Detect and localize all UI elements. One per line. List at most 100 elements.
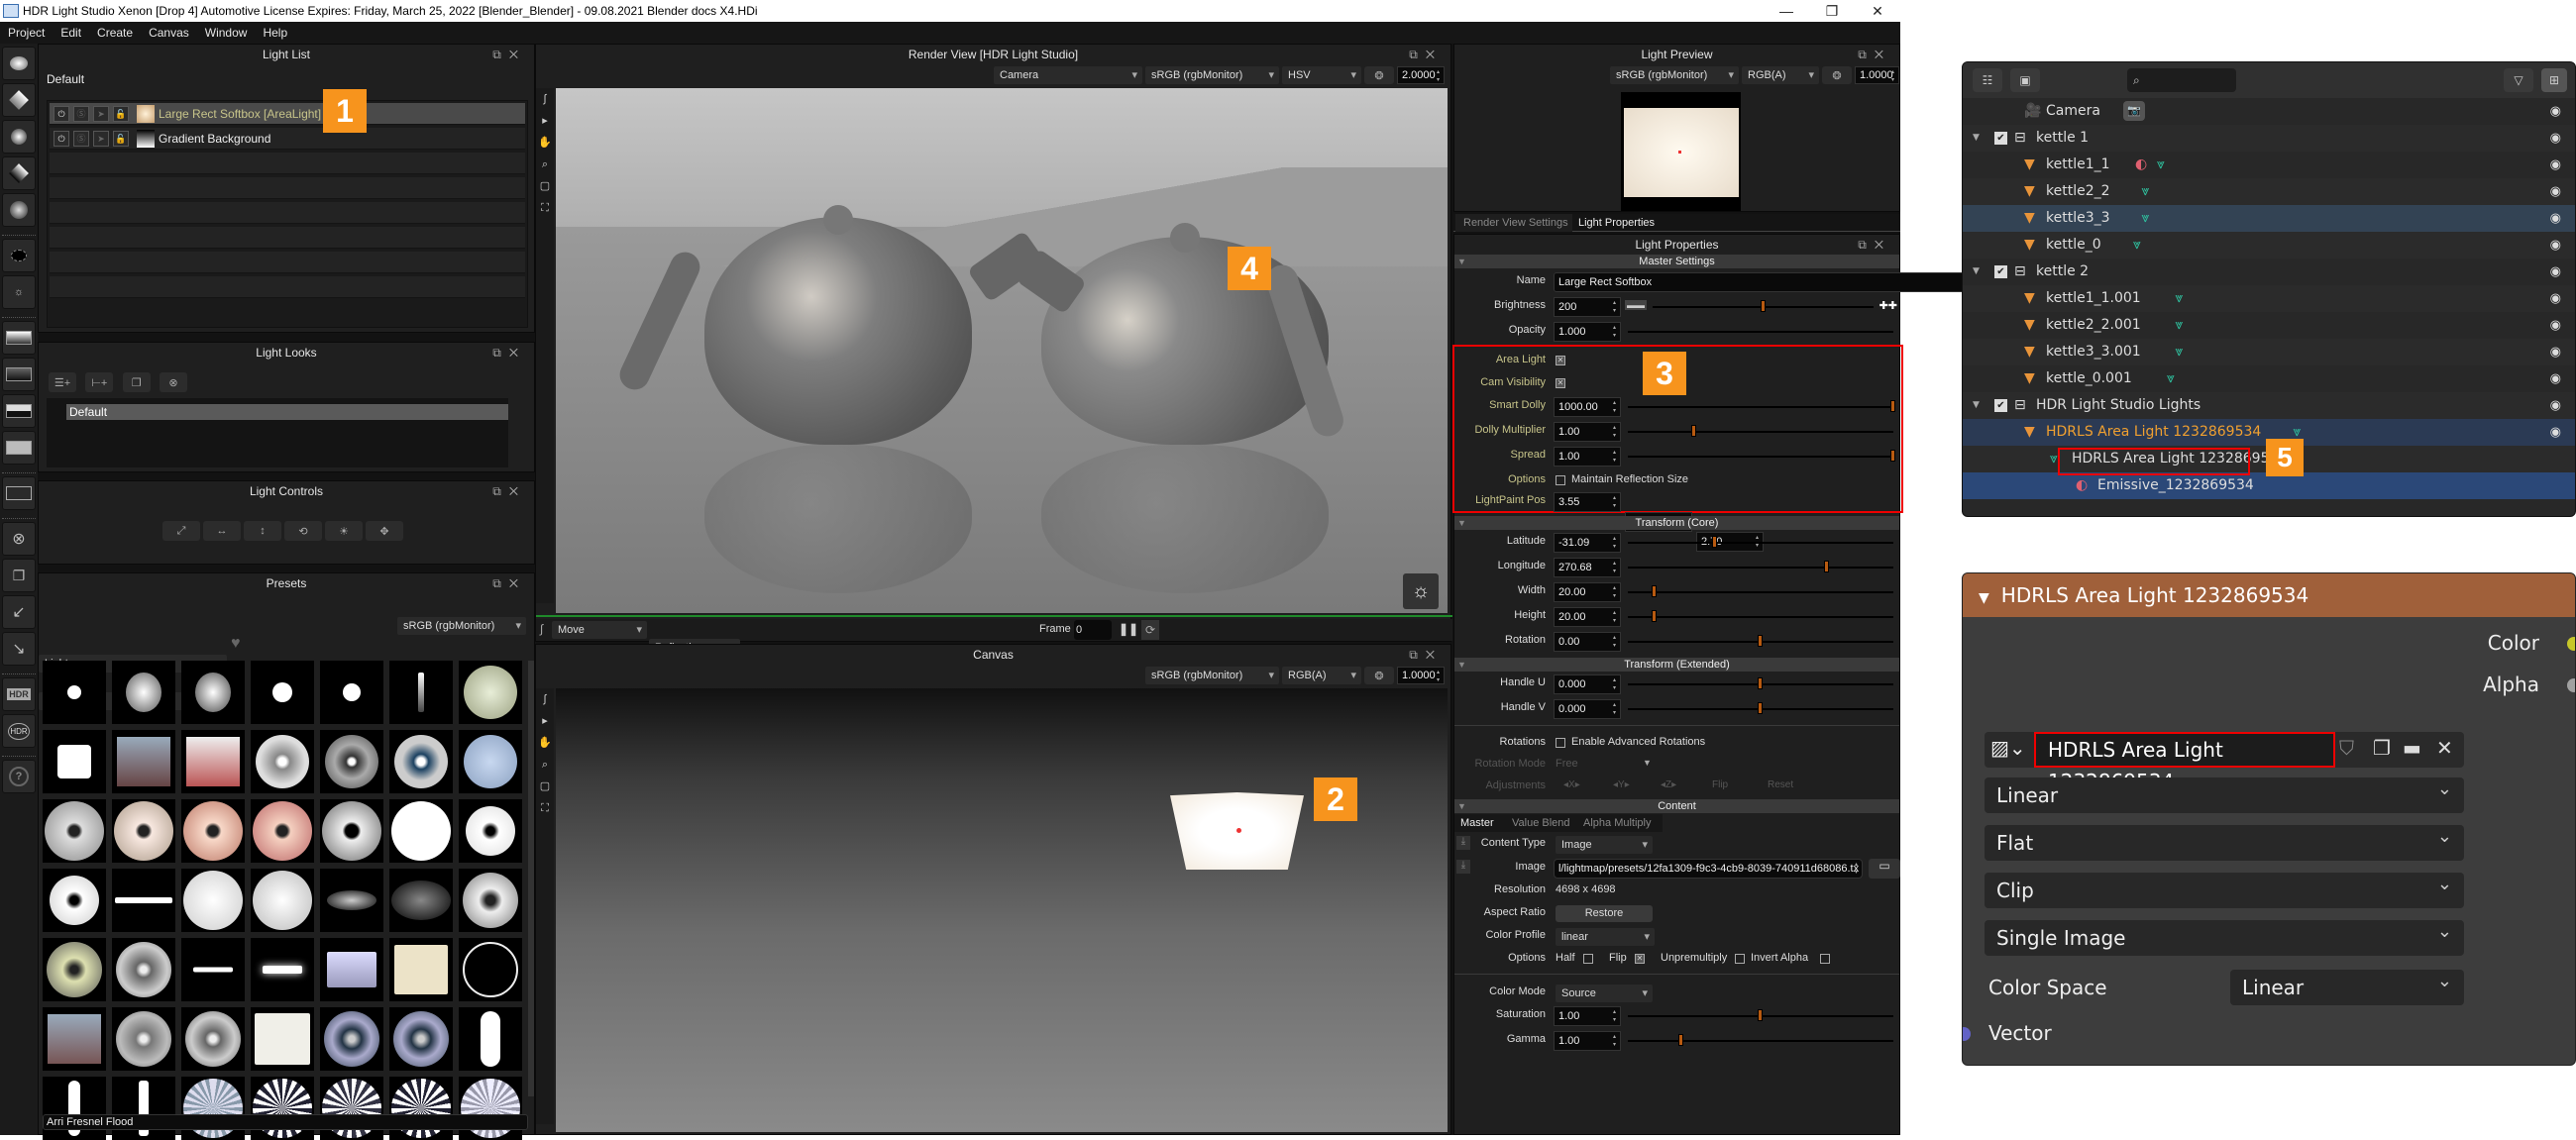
maximize-button[interactable]: ❐	[1809, 0, 1855, 22]
gamma-slider[interactable]	[1628, 1034, 1893, 1046]
render-mode-dropdown[interactable]: HSV	[1282, 66, 1361, 84]
solo-toggle-icon[interactable]: Ⓢ	[73, 131, 89, 147]
mesh-data-icon[interactable]: ⩔	[2176, 339, 2184, 365]
visibility-eye-icon[interactable]: ◉	[2550, 125, 2561, 152]
soft-light-tool[interactable]	[2, 120, 36, 154]
camera-data-icon[interactable]: 📷	[2123, 101, 2145, 121]
add-child-look-button[interactable]: ⊢+	[85, 372, 114, 392]
move-mode-dropdown[interactable]: Move	[552, 621, 647, 639]
slider-knob[interactable]	[1890, 450, 1895, 462]
select-toggle-icon[interactable]: ➤	[93, 106, 109, 122]
outliner-row[interactable]: ▼ kettle3_3 ⩔ ◉	[1963, 205, 2575, 232]
dolly-multiplier-slider[interactable]	[1628, 425, 1893, 437]
projection-dropdown[interactable]: Flat	[1985, 819, 2464, 861]
preset-thumbnail[interactable]	[459, 799, 522, 863]
invert-alpha-checkbox[interactable]	[1820, 954, 1830, 964]
preset-thumbnail[interactable]	[181, 1007, 245, 1071]
light-list-item[interactable]: ⏻ Ⓢ ➤ 🔓 Large Rect Softbox [AreaLight]	[50, 103, 525, 125]
slider-knob[interactable]	[1691, 425, 1696, 437]
slider-knob[interactable]	[1758, 702, 1763, 714]
visibility-eye-icon[interactable]: ◉	[2550, 339, 2561, 365]
outliner-row[interactable]: ✔ ▼ ⊟ kettle 1 ◉	[1963, 125, 2575, 152]
download-icon[interactable]: ⤓	[1456, 860, 1470, 874]
preset-thumbnail[interactable]	[320, 869, 383, 932]
section-transform-core[interactable]: Transform (Core)	[1454, 516, 1899, 530]
brightness-control[interactable]: ☀	[325, 521, 363, 541]
panel-controls[interactable]: ⧉✕	[1858, 45, 1891, 64]
solo-toggle-icon[interactable]: Ⓢ	[73, 106, 89, 122]
brightness-field[interactable]: 200	[1554, 297, 1621, 317]
duplicate-look-button[interactable]: ❐	[122, 372, 151, 392]
visibility-eye-icon[interactable]: ◉	[2550, 285, 2561, 312]
lock-toggle-icon[interactable]: 🔓	[113, 106, 129, 122]
preset-thumbnail[interactable]	[181, 938, 245, 1001]
panel-controls[interactable]: ⧉✕	[1858, 235, 1891, 255]
preset-thumbnail[interactable]	[459, 730, 522, 793]
rect-light-tool[interactable]	[2, 83, 36, 117]
spread-slider[interactable]	[1628, 450, 1895, 462]
preset-thumbnail[interactable]	[389, 869, 453, 932]
latitude-slider[interactable]	[1628, 536, 1893, 548]
rotate-control[interactable]: ⟲	[284, 521, 322, 541]
brightness-slider[interactable]	[1653, 300, 1874, 312]
preset-thumbnail[interactable]	[251, 1007, 314, 1071]
close-button[interactable]: ✕	[1855, 0, 1900, 22]
paint-icon[interactable]: ∫	[536, 688, 554, 710]
scale-control[interactable]: ⤢	[162, 521, 200, 541]
tab-alpha-multiply[interactable]: Alpha Multiply	[1583, 817, 1651, 829]
filter-type-button[interactable]: ▣	[2010, 68, 2040, 92]
smart-dolly-slider[interactable]	[1628, 400, 1895, 412]
slider-knob[interactable]	[1758, 635, 1763, 647]
preset-thumbnail[interactable]	[112, 1077, 175, 1140]
tab-render-view-settings[interactable]: Render View Settings	[1455, 214, 1572, 232]
alpha-output-socket[interactable]	[2567, 678, 2575, 692]
preview-exposure-field[interactable]: 1.0000	[1855, 66, 1899, 84]
panel-controls[interactable]: ⧉✕	[492, 45, 526, 64]
preset-thumbnail[interactable]	[459, 661, 522, 724]
preset-thumbnail[interactable]	[112, 869, 175, 932]
panel-controls[interactable]: ⧉✕	[492, 573, 526, 593]
collapse-arrow-icon[interactable]: ▼	[1979, 590, 1989, 606]
new-collection-button[interactable]: ⊞	[2541, 68, 2567, 92]
paint-icon[interactable]: ∫	[536, 88, 554, 110]
slider-knob[interactable]	[1890, 400, 1895, 412]
select-icon[interactable]: ▸	[536, 110, 554, 132]
handle-u-slider[interactable]	[1628, 677, 1893, 689]
material-icon[interactable]: ◐	[2135, 152, 2147, 178]
saturation-slider[interactable]	[1628, 1009, 1893, 1021]
shadow-light-tool[interactable]	[2, 239, 36, 272]
saturation-field[interactable]: 1.00	[1554, 1006, 1621, 1026]
menu-window[interactable]: Window	[197, 26, 256, 40]
preset-thumbnail[interactable]	[389, 938, 453, 1001]
tab-value-blend[interactable]: Value Blend	[1512, 817, 1570, 829]
pause-button[interactable]: ❚❚	[1119, 622, 1138, 636]
minimize-button[interactable]: —	[1764, 0, 1809, 22]
maintain-reflection-checkbox[interactable]	[1556, 475, 1565, 485]
visibility-eye-icon[interactable]: ◉	[2550, 98, 2561, 125]
open-folder-icon[interactable]: ▬	[2403, 736, 2421, 760]
opacity-field[interactable]: 1.000	[1554, 322, 1621, 342]
bokeh-light-tool[interactable]	[2, 193, 36, 227]
extension-dropdown[interactable]: Clip	[1985, 867, 2464, 908]
hand-icon[interactable]: ✋	[536, 132, 554, 154]
tab-light-properties[interactable]: Light Properties	[1578, 214, 1655, 232]
gradient-bg-tool[interactable]	[2, 321, 36, 355]
favorite-heart-icon[interactable]: ♥	[231, 635, 241, 653]
color-output-socket[interactable]	[2567, 637, 2575, 651]
mesh-data-icon[interactable]: ⩔	[2142, 178, 2150, 205]
zoom-icon[interactable]: ⌕	[536, 754, 554, 776]
width-slider[interactable]	[1628, 585, 1893, 597]
visibility-eye-icon[interactable]: ◉	[2550, 419, 2561, 446]
preset-thumbnail[interactable]	[112, 799, 175, 863]
region-tool[interactable]	[2, 476, 36, 510]
presets-scrollbar[interactable]	[528, 661, 534, 1096]
visibility-toggle-icon[interactable]: ⏻	[54, 131, 69, 147]
outliner-row[interactable]: ◐ Emissive_1232869534	[1963, 472, 2575, 499]
opacity-slider[interactable]	[1628, 331, 1893, 333]
outliner-row[interactable]: ▼ kettle2_2.001 ⩔ ◉	[1963, 312, 2575, 339]
render-exposure-field[interactable]: 2.0000	[1397, 66, 1445, 84]
round-light-tool[interactable]	[2, 47, 36, 80]
mesh-data-icon[interactable]: ⩔	[2176, 285, 2184, 312]
visibility-eye-icon[interactable]: ◉	[2550, 178, 2561, 205]
preset-thumbnail[interactable]	[320, 1077, 383, 1140]
